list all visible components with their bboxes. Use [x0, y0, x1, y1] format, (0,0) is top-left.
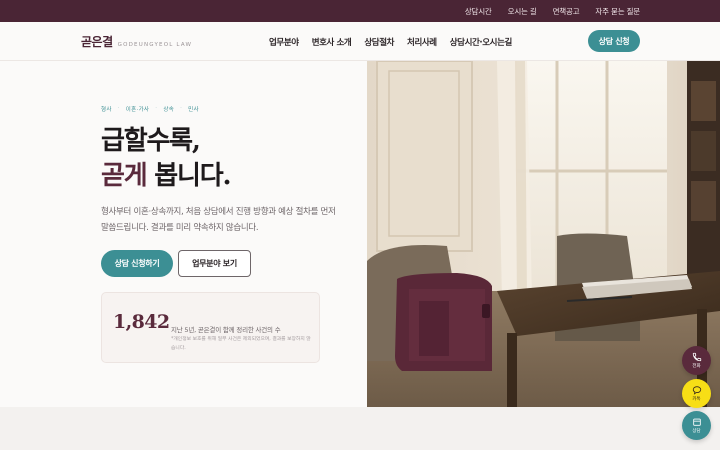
nav-item-process[interactable]: 상담절차 — [364, 36, 394, 48]
top-utility-bar: 상담시간 오시는 길 면책공고 자주 묻는 질문 — [0, 0, 720, 22]
hero-office-photo — [367, 61, 720, 407]
nav-item-attorneys[interactable]: 변호사 소개 — [312, 36, 352, 48]
call-label: 전화 — [692, 364, 701, 369]
book-label: 상담 — [692, 429, 701, 434]
topbar-link-disclaimer[interactable]: 면책공고 — [553, 6, 580, 17]
case-count-label: 지난 5년, 곧은결이 함께 정리한 사건의 수 — [171, 326, 281, 334]
logo[interactable]: 곧은결 GODEUNGYEOL LAW — [81, 33, 192, 50]
case-count-note: *개인정보 보호를 위해 일부 사건은 제외되었으며, 결과를 보장하지 않습니… — [171, 337, 311, 351]
tag-separator: · — [155, 105, 158, 111]
nav-item-hours-location[interactable]: 상담시간·오시는길 — [450, 36, 513, 48]
tag-divorce-family: 이혼·가사 — [125, 107, 150, 113]
tag-civil: 민사 — [188, 107, 199, 113]
chat-bubble-icon — [692, 386, 701, 395]
tag-separator: · — [117, 105, 120, 111]
practice-tags: 형사 · 이혼·가사 · 상속 · 민사 — [101, 105, 199, 113]
topbar-link-hours[interactable]: 상담시간 — [465, 6, 492, 17]
hero-description: 형사부터 이혼·상속까지, 처음 상담에서 진행 방향과 예상 절차를 먼저 말… — [101, 207, 336, 233]
topbar-link-directions[interactable]: 오시는 길 — [508, 6, 537, 17]
main-nav: 업무분야 변호사 소개 상담절차 처리사례 상담시간·오시는길 — [269, 36, 512, 48]
tag-separator: · — [180, 105, 183, 111]
phone-icon — [692, 352, 701, 362]
view-practice-areas-button[interactable]: 업무분야 보기 — [178, 250, 251, 277]
case-count-card: 1,842 지난 5년, 곧은결이 함께 정리한 사건의 수 *개인정보 보호를… — [101, 292, 320, 363]
nav-item-cases[interactable]: 처리사례 — [407, 36, 437, 48]
headline-accent: 곧게 — [101, 161, 148, 191]
tag-criminal: 형사 — [101, 107, 112, 113]
consult-apply-button[interactable]: 상담 신청하기 — [101, 250, 173, 277]
topbar-link-faq[interactable]: 자주 묻는 질문 — [595, 6, 640, 17]
floating-kakao-button[interactable]: 카톡 — [682, 379, 711, 408]
floating-book-button[interactable]: 상담 — [682, 411, 711, 440]
headline-rest: 봅니다. — [146, 161, 231, 191]
floating-call-button[interactable]: 전화 — [682, 346, 711, 375]
nav-item-practice-areas[interactable]: 업무분야 — [269, 36, 299, 48]
case-count-number: 1,842 — [113, 311, 170, 333]
kakao-label: 카톡 — [692, 397, 701, 402]
headline-line1: 급할수록, — [101, 126, 201, 156]
logo-english: GODEUNGYEOL LAW — [117, 42, 193, 48]
tag-inheritance: 상속 — [163, 107, 175, 113]
hero-headline: 급할수록, 곧게 봅니다. — [101, 124, 232, 194]
logo-korean: 곧은결 — [81, 35, 113, 49]
consult-request-button[interactable]: 상담 신청 — [588, 30, 640, 52]
next-section-strip — [0, 407, 720, 450]
calendar-icon — [692, 418, 701, 426]
